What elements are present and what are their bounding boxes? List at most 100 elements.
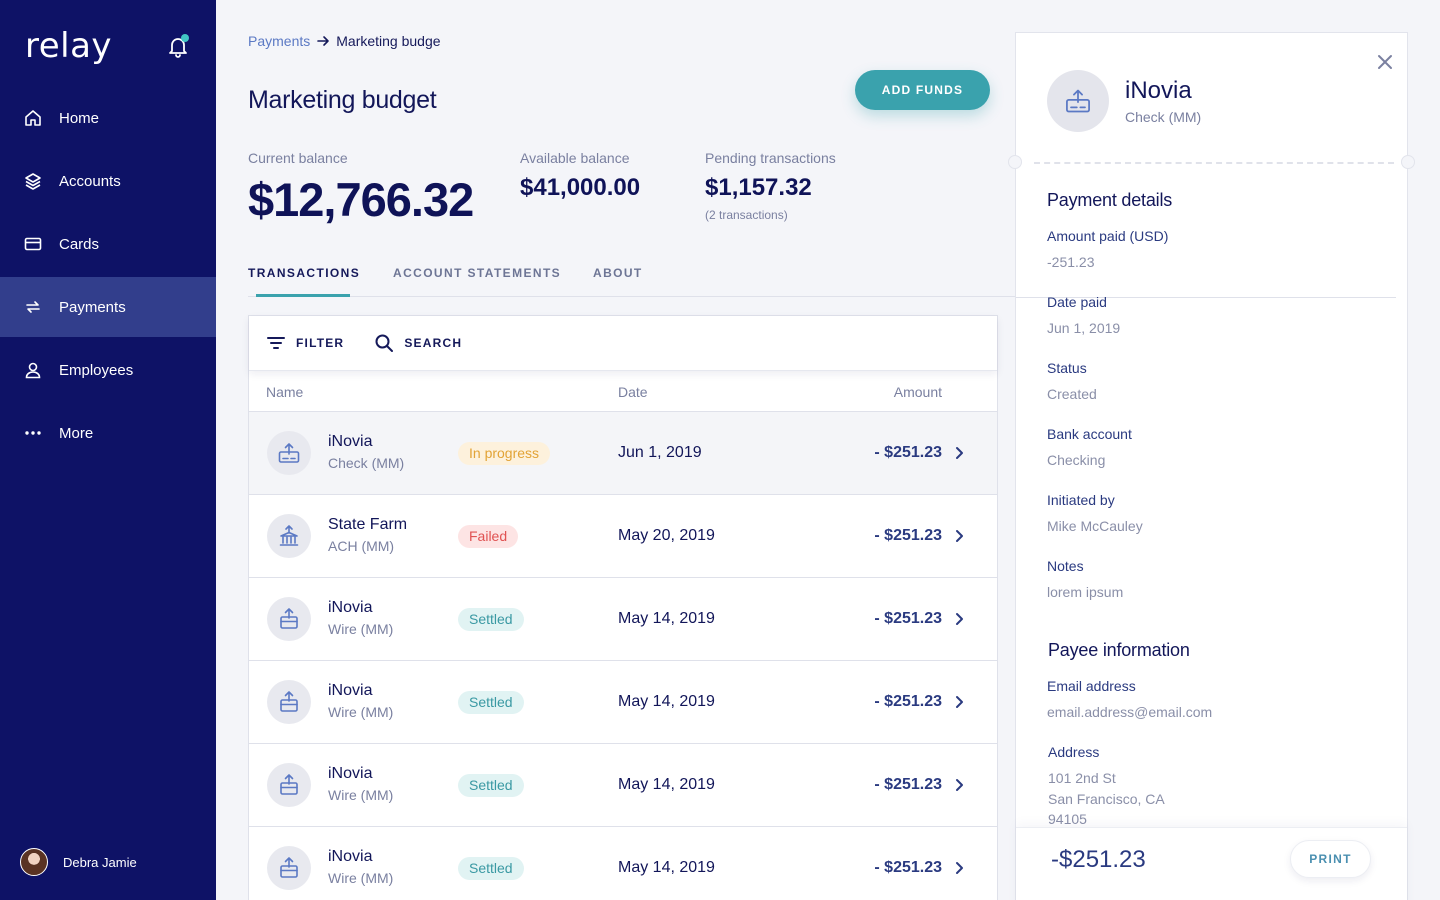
field-value: Mike McCauley xyxy=(1047,518,1143,534)
current-balance: Current balance $12,766.32 xyxy=(248,150,474,227)
payment-amount: - $251.23 xyxy=(874,610,942,627)
field-label: Notes xyxy=(1047,558,1084,574)
field-label: Bank account xyxy=(1047,426,1132,442)
sidebar-item-employees[interactable]: Employees xyxy=(0,340,216,400)
field-label: Amount paid (USD) xyxy=(1047,228,1169,244)
chevron-right-icon[interactable] xyxy=(951,528,967,544)
sidebar-item-accounts[interactable]: Accounts xyxy=(0,151,216,211)
check-upload-icon xyxy=(267,431,311,475)
payment-detail-panel: iNovia Check (MM) Payment details Amount… xyxy=(1008,32,1415,900)
status-badge: Settled xyxy=(458,608,524,631)
payment-method: Wire (MM) xyxy=(328,621,394,637)
field-label: Initiated by xyxy=(1047,492,1115,508)
chevron-right-icon[interactable] xyxy=(951,860,967,876)
sidebar-item-more[interactable]: More xyxy=(0,403,216,463)
payment-date: May 14, 2019 xyxy=(618,859,715,876)
payment-method: Wire (MM) xyxy=(328,704,394,720)
available-balance-value: $41,000.00 xyxy=(520,174,641,201)
chevron-right-icon[interactable] xyxy=(951,694,967,710)
user-name: Debra Jamie xyxy=(63,854,137,870)
tab-account-statements[interactable]: ACCOUNT STATEMENTS xyxy=(393,266,561,280)
search-button[interactable]: SEARCH xyxy=(374,333,462,353)
field-value: -251.23 xyxy=(1047,254,1095,270)
table-row[interactable]: State Farm ACH (MM) Failed May 20, 2019 … xyxy=(249,495,997,578)
pending-transactions-label: Pending transactions xyxy=(705,150,836,166)
breadcrumb-payments-link[interactable]: Payments xyxy=(248,33,310,49)
tab-transactions[interactable]: TRANSACTIONS xyxy=(248,266,360,280)
column-header-amount[interactable]: Amount xyxy=(894,384,942,400)
available-balance-label: Available balance xyxy=(520,150,630,166)
detail-payee-name: iNovia xyxy=(1125,77,1192,104)
sidebar-item-label: Home xyxy=(59,109,100,127)
payment-method: Wire (MM) xyxy=(328,870,394,886)
wire-upload-icon xyxy=(267,763,311,807)
filter-icon xyxy=(267,337,285,349)
ticket-notch xyxy=(1401,155,1415,169)
field-value: lorem ipsum xyxy=(1047,584,1124,600)
sidebar-item-payments[interactable]: Payments xyxy=(0,277,216,337)
payment-details-title: Payment details xyxy=(1047,190,1173,210)
field-value: Jun 1, 2019 xyxy=(1047,320,1121,336)
payment-date: May 14, 2019 xyxy=(618,693,715,710)
payee-name: iNovia xyxy=(328,599,373,616)
current-balance-value: $12,766.32 xyxy=(248,173,474,226)
relay-logo[interactable]: relay xyxy=(25,26,112,66)
table-row[interactable]: iNovia Check (MM) In progress Jun 1, 201… xyxy=(249,412,997,495)
payment-amount: - $251.23 xyxy=(874,527,942,544)
current-balance-label: Current balance xyxy=(248,150,348,166)
field-label: Address xyxy=(1048,744,1100,760)
detail-payee-type: Check (MM) xyxy=(1125,109,1202,125)
field-label: Status xyxy=(1047,360,1087,376)
payment-date: May 14, 2019 xyxy=(618,610,715,627)
transfer-icon xyxy=(26,301,40,313)
payment-method: Wire (MM) xyxy=(328,787,394,803)
arrow-right-icon xyxy=(317,36,330,46)
close-icon[interactable] xyxy=(1376,53,1394,71)
status-badge: Settled xyxy=(458,691,524,714)
search-label: SEARCH xyxy=(404,336,463,350)
footer-amount: -$251.23 xyxy=(1051,846,1146,873)
more-icon xyxy=(25,431,41,435)
notifications-bell-icon[interactable] xyxy=(166,34,190,60)
payment-method: ACH (MM) xyxy=(328,538,395,554)
available-balance: Available balance $41,000.00 xyxy=(520,150,640,202)
address-line: San Francisco, CA xyxy=(1048,791,1165,807)
status-badge: Settled xyxy=(458,857,524,880)
tab-about[interactable]: ABOUT xyxy=(593,266,643,280)
user-profile[interactable]: Debra Jamie xyxy=(20,848,137,876)
sidebar-item-cards[interactable]: Cards xyxy=(0,214,216,274)
payment-date: May 20, 2019 xyxy=(618,527,715,544)
table-row[interactable]: iNovia Wire (MM) Settled May 14, 2019 - … xyxy=(249,744,997,827)
sidebar-item-label: Cards xyxy=(59,235,100,253)
sidebar-nav: Home Accounts Cards Payments Employees M… xyxy=(0,88,216,466)
page-title: Marketing budget xyxy=(248,86,437,114)
sidebar-item-home[interactable]: Home xyxy=(0,88,216,148)
print-button[interactable]: PRINT xyxy=(1290,840,1371,878)
column-header-name[interactable]: Name xyxy=(266,384,303,400)
card-icon xyxy=(24,237,42,251)
payment-amount: - $251.23 xyxy=(874,693,942,710)
table-row[interactable]: iNovia Wire (MM) Settled May 14, 2019 - … xyxy=(249,578,997,661)
wire-upload-icon xyxy=(267,680,311,724)
field-value: Created xyxy=(1047,386,1097,402)
avatar xyxy=(20,848,48,876)
filter-button[interactable]: FILTER xyxy=(266,335,344,351)
chevron-right-icon[interactable] xyxy=(951,777,967,793)
add-funds-button[interactable]: ADD FUNDS xyxy=(855,70,990,110)
payment-amount: - $251.23 xyxy=(874,776,942,793)
table-header: Name Date Amount xyxy=(249,371,997,412)
chevron-right-icon[interactable] xyxy=(951,611,967,627)
layers-icon xyxy=(25,173,41,190)
payment-amount: - $251.23 xyxy=(874,444,942,461)
search-icon xyxy=(375,334,394,352)
payee-name: iNovia xyxy=(328,682,373,699)
chevron-right-icon[interactable] xyxy=(951,445,967,461)
payee-name: iNovia xyxy=(328,765,373,782)
sidebar-item-label: Payments xyxy=(59,298,126,316)
column-header-date[interactable]: Date xyxy=(618,384,648,400)
panel-footer: -$251.23 PRINT xyxy=(1016,827,1407,900)
payment-method: Check (MM) xyxy=(328,455,405,471)
pending-transactions-value: $1,157.32 xyxy=(705,174,812,201)
table-row[interactable]: iNovia Wire (MM) Settled May 14, 2019 - … xyxy=(249,827,997,900)
table-row[interactable]: iNovia Wire (MM) Settled May 14, 2019 - … xyxy=(249,661,997,744)
